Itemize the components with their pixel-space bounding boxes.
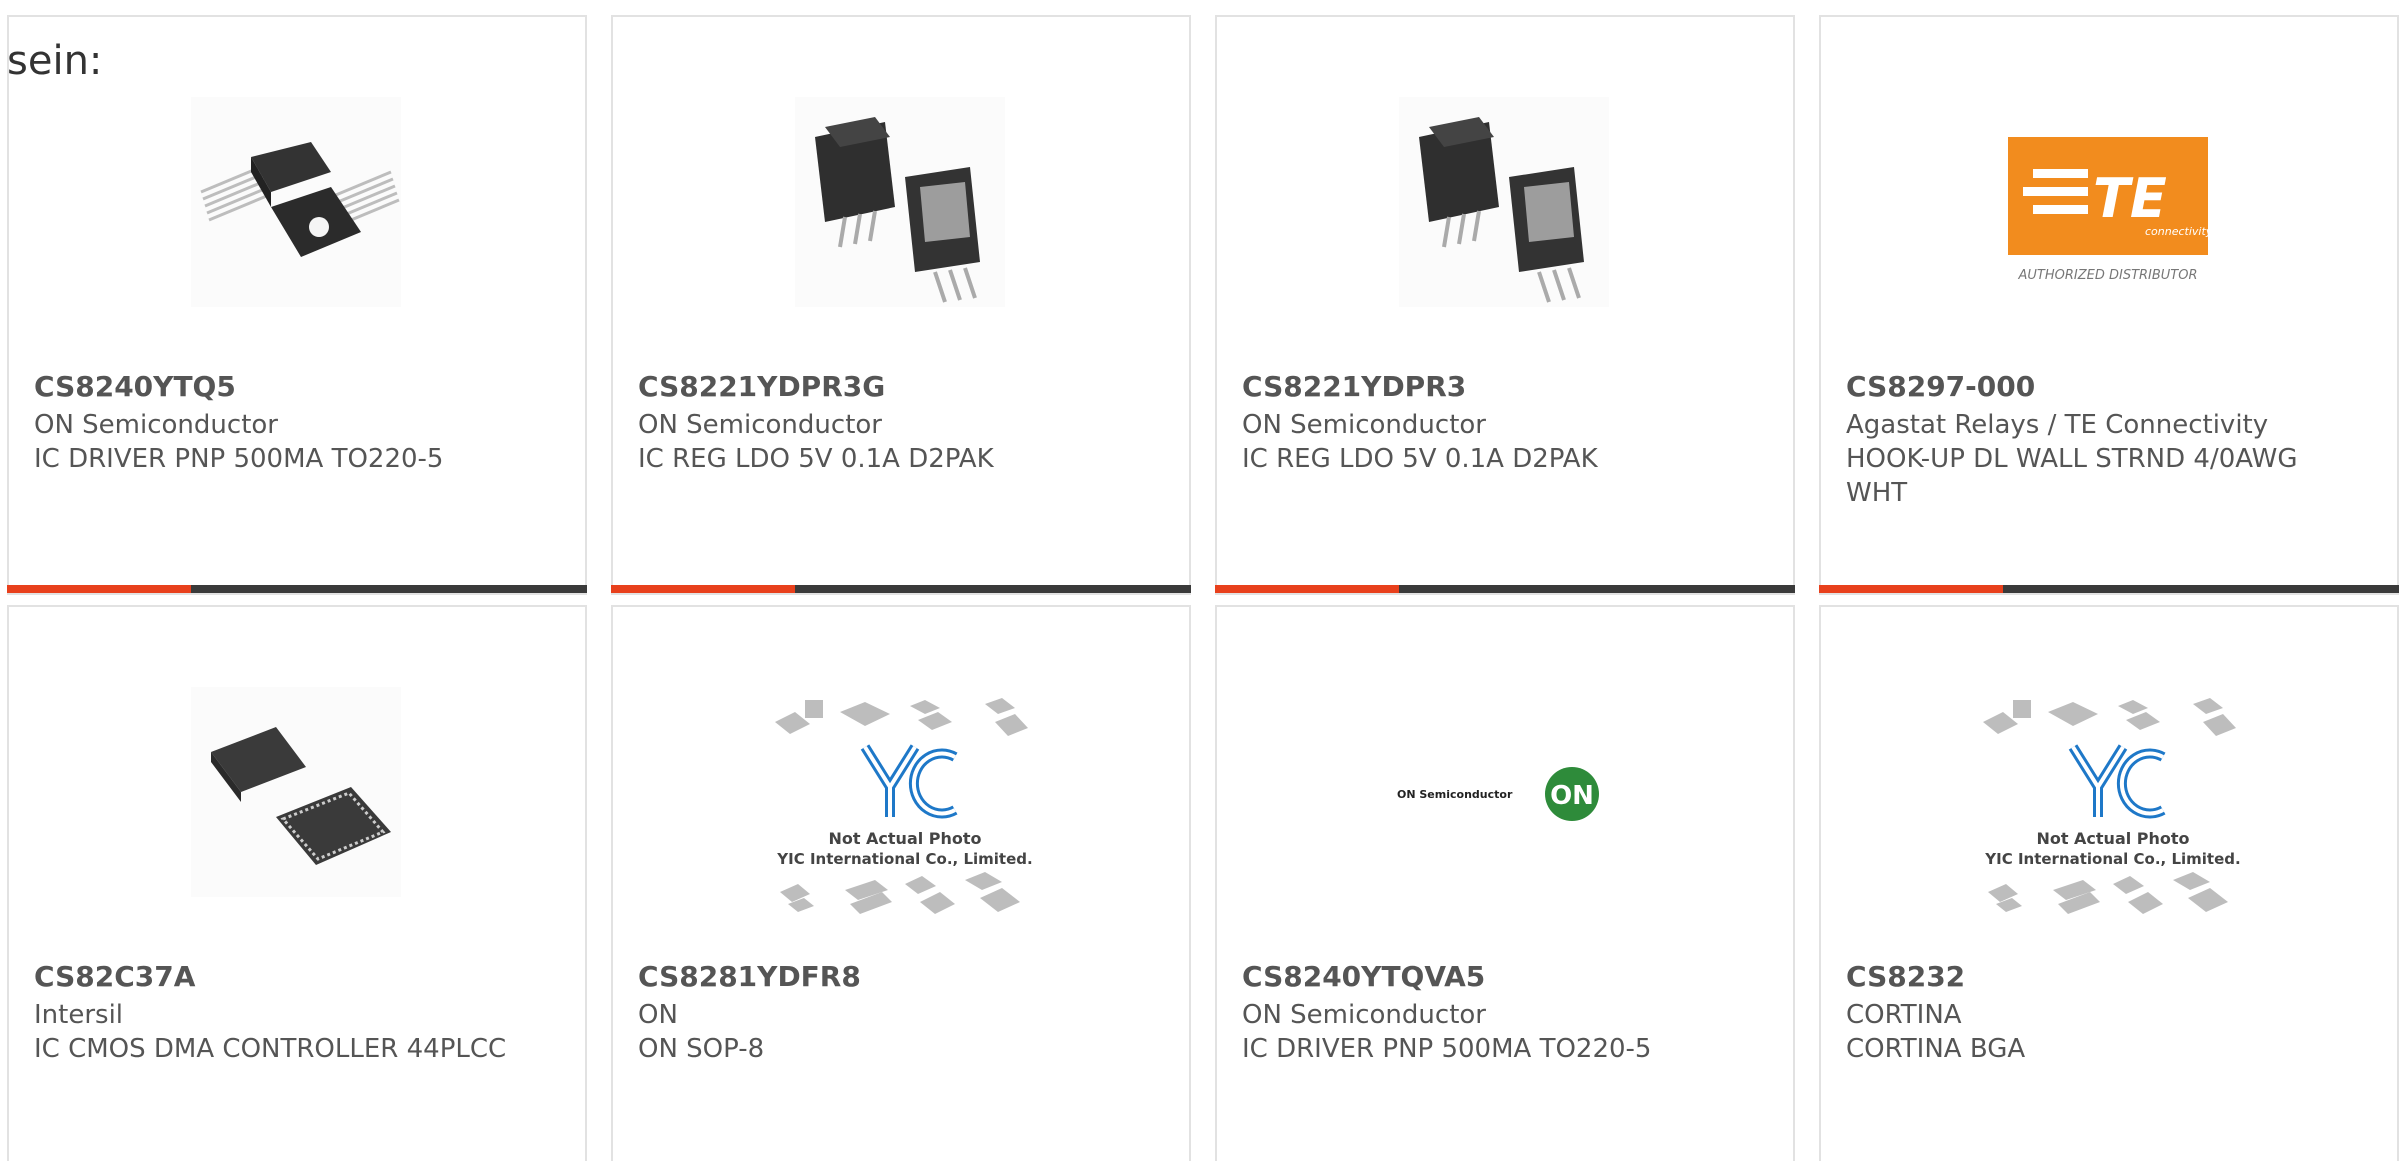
card-accent-highlight bbox=[611, 585, 795, 593]
lead-text: sein: bbox=[7, 38, 103, 84]
description: ON SOP-8 bbox=[638, 1034, 765, 1064]
te-authorized-text: AUTHORIZED DISTRIBUTOR bbox=[2017, 268, 2197, 283]
yic-line2: YIC International Co., Limited. bbox=[776, 850, 1032, 868]
product-card[interactable]: Not Actual Photo YIC International Co., … bbox=[611, 605, 1191, 1161]
part-number[interactable]: CS8221YDPR3G bbox=[638, 370, 885, 403]
d2pak-package-icon[interactable] bbox=[1399, 97, 1609, 307]
manufacturer: Intersil bbox=[34, 1000, 124, 1030]
description: IC REG LDO 5V 0.1A D2PAK bbox=[638, 444, 994, 474]
description: HOOK-UP DL WALL STRND 4/0AWG WHT bbox=[1846, 444, 2298, 508]
manufacturer: ON Semiconductor bbox=[638, 410, 882, 440]
manufacturer: Agastat Relays / TE Connectivity bbox=[1846, 410, 2269, 440]
product-card[interactable]: TE connectivity AUTHORIZED DISTRIBUTOR C… bbox=[1819, 15, 2399, 595]
product-card[interactable]: CS8240YTQ5 ON Semiconductor IC DRIVER PN… bbox=[7, 15, 587, 595]
d2pak-package-icon[interactable] bbox=[795, 97, 1005, 307]
yic-line1: Not Actual Photo bbox=[2036, 829, 2189, 848]
card-accent-highlight bbox=[1215, 585, 1399, 593]
card-accent-bar bbox=[1819, 585, 2399, 593]
part-number[interactable]: CS8297-000 bbox=[1846, 370, 2035, 403]
part-number[interactable]: CS82C37A bbox=[34, 960, 195, 993]
manufacturer: ON Semiconductor bbox=[1242, 1000, 1486, 1030]
part-number[interactable]: CS8240YTQVA5 bbox=[1242, 960, 1485, 993]
product-card[interactable]: Not Actual Photo YIC International Co., … bbox=[1819, 605, 2399, 1161]
product-card[interactable]: CS82C37A Intersil IC CMOS DMA CONTROLLER… bbox=[7, 605, 587, 1161]
te-logo-word: TE bbox=[2093, 167, 2167, 230]
on-logo-mark: ON bbox=[1550, 781, 1594, 811]
card-accent-bar bbox=[1215, 585, 1795, 593]
te-connectivity-logo[interactable]: TE connectivity AUTHORIZED DISTRIBUTOR bbox=[2003, 97, 2213, 307]
manufacturer: ON bbox=[638, 1000, 678, 1030]
card-accent-bar bbox=[7, 585, 587, 593]
manufacturer: ON Semiconductor bbox=[1242, 410, 1486, 440]
on-logo-word: ON Semiconductor bbox=[1397, 788, 1513, 801]
yic-line1: Not Actual Photo bbox=[828, 829, 981, 848]
part-number[interactable]: CS8281YDFR8 bbox=[638, 960, 861, 993]
description: IC DRIVER PNP 500MA TO220-5 bbox=[1242, 1034, 1652, 1064]
description: IC DRIVER PNP 500MA TO220-5 bbox=[34, 444, 444, 474]
te-logo-sub: connectivity bbox=[2145, 225, 2213, 238]
manufacturer: ON Semiconductor bbox=[34, 410, 278, 440]
product-card[interactable]: CS8221YDPR3 ON Semiconductor IC REG LDO … bbox=[1215, 15, 1795, 595]
description: IC CMOS DMA CONTROLLER 44PLCC bbox=[34, 1034, 507, 1064]
yic-line2: YIC International Co., Limited. bbox=[1984, 850, 2240, 868]
card-accent-bar bbox=[611, 585, 1191, 593]
manufacturer: CORTINA bbox=[1846, 1000, 1962, 1030]
card-accent-highlight bbox=[1819, 585, 2003, 593]
yic-placeholder-image[interactable]: Not Actual Photo YIC International Co., … bbox=[770, 692, 1040, 932]
on-semiconductor-logo[interactable]: ON Semiconductor ON bbox=[1397, 687, 1617, 897]
part-number[interactable]: CS8221YDPR3 bbox=[1242, 370, 1466, 403]
part-number[interactable]: CS8232 bbox=[1846, 960, 1965, 993]
card-accent-highlight bbox=[7, 585, 191, 593]
to220-package-icon[interactable] bbox=[191, 97, 401, 307]
product-grid-page: sein: CS8240YTQ5 ON Semiconductor IC DRI… bbox=[0, 0, 2400, 1161]
product-card[interactable]: ON Semiconductor ON CS8240YTQVA5 ON Semi… bbox=[1215, 605, 1795, 1161]
description: IC REG LDO 5V 0.1A D2PAK bbox=[1242, 444, 1598, 474]
yic-placeholder-image[interactable]: Not Actual Photo YIC International Co., … bbox=[1978, 692, 2248, 932]
description: CORTINA BGA bbox=[1846, 1034, 2026, 1064]
part-number[interactable]: CS8240YTQ5 bbox=[34, 370, 236, 403]
product-card[interactable]: CS8221YDPR3G ON Semiconductor IC REG LDO… bbox=[611, 15, 1191, 595]
plcc-package-icon[interactable] bbox=[191, 687, 401, 897]
